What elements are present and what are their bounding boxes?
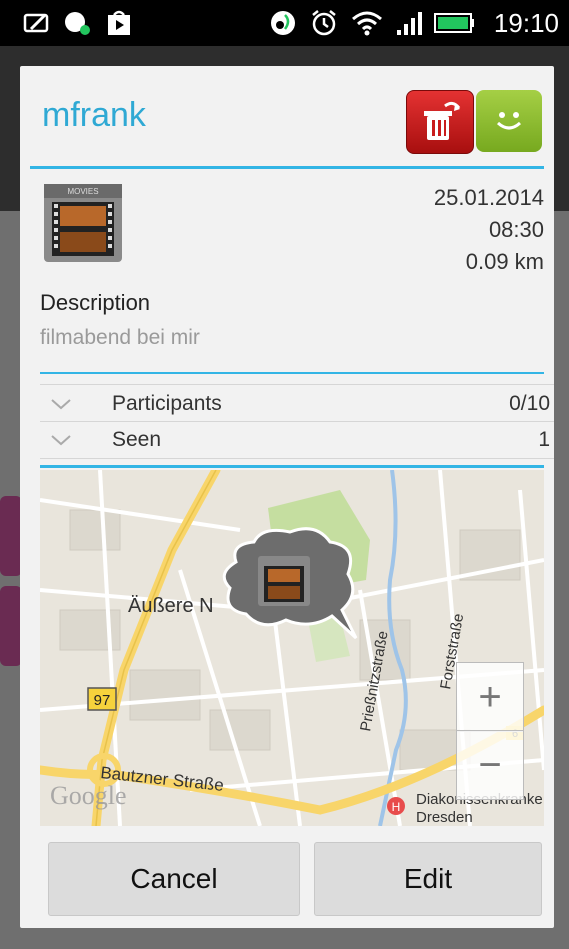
background-item [0,586,22,666]
cancel-button[interactable]: Cancel [48,842,300,916]
road-number-label: 97 [94,692,111,709]
event-info: 25.01.2014 08:30 0.09 km [434,182,544,278]
event-distance: 0.09 km [465,249,544,274]
status-bar: 19:10 [0,0,569,46]
play-store-icon [104,8,134,38]
participants-row[interactable]: Participants 0/10 [40,388,554,422]
zoom-in-icon: + [478,675,502,719]
map-poi-label-2: Dresden [416,809,473,826]
row-divider [40,458,554,459]
chevron-down-icon [51,399,71,410]
chat-button[interactable] [476,90,542,152]
map-divider [40,465,544,468]
description-label: Description [40,290,151,315]
chevron-down-icon [51,435,71,446]
participants-label: Participants [112,392,222,415]
edit-icon [22,8,52,38]
google-logo: Google [50,781,127,810]
nfc-icon [268,8,298,38]
app-notification-icon [62,8,94,38]
movies-icon: MOVIES [42,182,124,264]
dialog-title: mfrank [42,96,146,134]
wifi-icon [350,8,384,38]
zoom-out-icon: − [478,743,502,787]
delete-button[interactable] [406,90,474,154]
map-district-label: Äußere N [128,595,214,617]
row-divider [40,421,554,422]
map-view[interactable]: 97 Äußere N Prießnitzstraße Forststraße … [40,470,544,826]
chat-icon [496,112,522,130]
movies-icon-label: MOVIES [67,187,98,196]
participants-value: 0/10 [509,392,550,415]
status-time: 19:10 [493,8,559,38]
zoom-in-button[interactable]: + [456,662,524,732]
delete-icon [424,101,461,140]
title-divider [30,166,544,169]
battery-icon [432,8,478,38]
event-dialog: mfrank MOVIES 25.01.2014 08:30 0.09 km D… [20,66,554,928]
row-divider [40,384,554,385]
alarm-icon [308,8,340,38]
signal-icon [394,8,426,38]
svg-text:H: H [392,800,401,814]
event-time: 08:30 [488,217,544,242]
description-text: filmabend bei mir [40,326,200,349]
background-item [0,496,22,576]
seen-row[interactable]: Seen 1 [40,424,554,458]
event-date: 25.01.2014 [433,185,544,210]
zoom-out-button[interactable]: − [456,730,524,800]
seen-value: 1 [538,428,550,451]
seen-label: Seen [112,428,162,451]
edit-button[interactable]: Edit [314,842,542,916]
description-divider [40,372,544,374]
